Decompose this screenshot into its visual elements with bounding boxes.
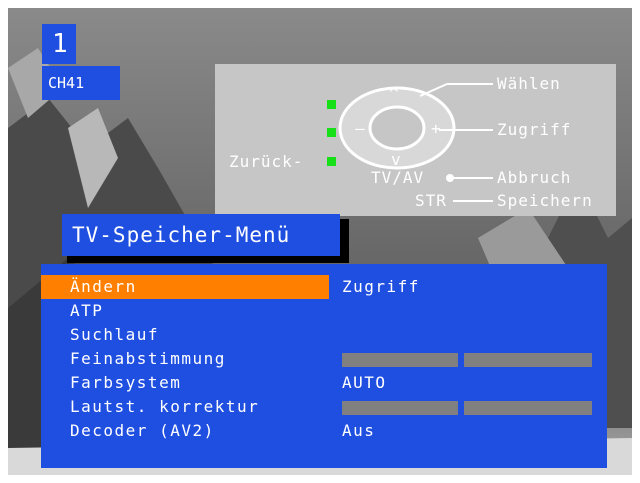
status-led-2 <box>327 128 336 137</box>
select-label: Wählen <box>497 74 561 93</box>
menu-item-aendern[interactable]: Ändern Zugriff <box>41 275 607 299</box>
menu-item-label: ATP <box>70 301 104 320</box>
cancel-label: Abbruch <box>497 168 572 187</box>
minus-icon: — <box>355 119 366 138</box>
tv-screen: 1 CH41 ^ v — + Zurück- Wählen Zugriff TV… <box>8 8 632 475</box>
menu-item-feinabstimmung[interactable]: Feinabstimmung <box>41 347 607 371</box>
channel-name: CH41 <box>42 66 120 100</box>
store-label: Speichern <box>497 191 593 210</box>
down-arrow-icon: v <box>391 150 402 169</box>
menu-item-atp[interactable]: ATP <box>41 299 607 323</box>
up-arrow-icon: ^ <box>389 84 400 103</box>
menu-item-value: Aus <box>342 421 376 440</box>
menu-item-label: Decoder (AV2) <box>70 421 215 440</box>
back-label: Zurück- <box>229 152 304 171</box>
menu-item-lautst-korrektur[interactable]: Lautst. korrektur <box>41 395 607 419</box>
settings-menu: Ändern Zugriff ATP Suchlauf Feinabstimmu… <box>41 264 607 468</box>
status-led-3 <box>327 157 336 166</box>
menu-item-label: Farbsystem <box>70 373 182 392</box>
status-led-1 <box>327 100 336 109</box>
menu-item-value: AUTO <box>342 373 387 392</box>
menu-item-label: Ändern <box>70 277 137 296</box>
str-label: STR <box>415 191 447 210</box>
menu-item-value: Zugriff <box>342 277 420 296</box>
tuning-bar-right[interactable] <box>464 353 592 367</box>
volume-bar-right[interactable] <box>464 401 592 415</box>
tv-av-label: TV/AV <box>371 168 425 187</box>
menu-item-label: Feinabstimmung <box>70 349 226 368</box>
menu-item-farbsystem[interactable]: Farbsystem AUTO <box>41 371 607 395</box>
menu-item-decoder-av2[interactable]: Decoder (AV2) Aus <box>41 419 607 443</box>
menu-item-suchlauf[interactable]: Suchlauf <box>41 323 607 347</box>
menu-item-label: Lautst. korrektur <box>70 397 260 416</box>
volume-bar-left[interactable] <box>342 401 458 415</box>
remote-guide-panel: ^ v — + Zurück- Wählen Zugriff TV/AV Abb… <box>215 64 616 216</box>
access-label: Zugriff <box>497 120 572 139</box>
menu-item-label: Suchlauf <box>70 325 160 344</box>
channel-number: 1 <box>42 24 76 64</box>
tuning-bar-left[interactable] <box>342 353 458 367</box>
plus-icon: + <box>431 119 442 138</box>
menu-title: TV-Speicher-Menü <box>62 214 340 256</box>
